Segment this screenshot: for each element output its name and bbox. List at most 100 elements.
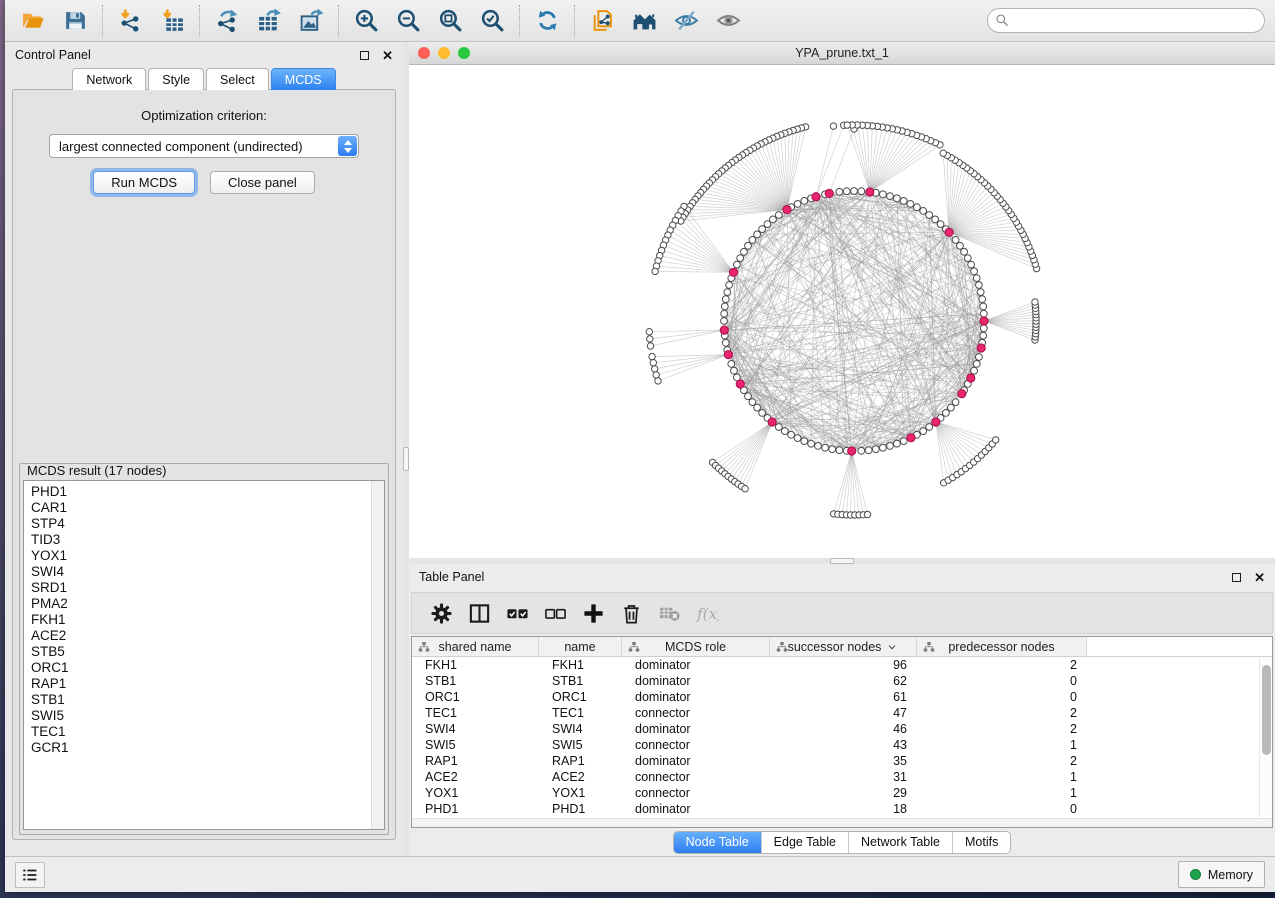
table-scrollbar-thumb[interactable]	[1262, 665, 1271, 755]
table-row[interactable]: SWI5SWI5connector431	[412, 737, 1272, 753]
table-row[interactable]: PHD1PHD1dominator180	[412, 801, 1272, 817]
ring-node[interactable]	[971, 268, 978, 275]
run-mcds-button[interactable]: Run MCDS	[93, 171, 195, 194]
ring-node[interactable]	[741, 248, 748, 255]
ring-node[interactable]	[759, 226, 766, 233]
ring-node[interactable]	[907, 201, 914, 208]
mcds-result-item[interactable]: PHD1	[31, 484, 384, 500]
mcds-hub-node[interactable]	[768, 418, 776, 426]
ring-node[interactable]	[900, 198, 907, 205]
leaf-node[interactable]	[655, 378, 661, 384]
ring-node[interactable]	[932, 216, 939, 223]
ring-node[interactable]	[872, 446, 879, 453]
ring-node[interactable]	[894, 440, 901, 447]
horizontal-splitter-grip[interactable]	[830, 558, 854, 564]
eye-slash-button[interactable]	[668, 5, 704, 37]
ring-node[interactable]	[880, 444, 887, 451]
ring-node[interactable]	[973, 361, 980, 368]
mcds-hub-node[interactable]	[958, 390, 966, 398]
task-history-button[interactable]	[15, 862, 45, 888]
leaf-node[interactable]	[649, 353, 655, 359]
ring-node[interactable]	[728, 361, 735, 368]
export-table-button[interactable]	[251, 5, 287, 37]
mcds-result-item[interactable]: STB1	[31, 692, 384, 708]
table-row[interactable]: TEC1TEC1connector472	[412, 705, 1272, 721]
ring-node[interactable]	[801, 438, 808, 445]
tab-motifs[interactable]: Motifs	[953, 832, 1010, 853]
window-close-traffic-light[interactable]	[418, 47, 430, 59]
mcds-result-item[interactable]: SWI5	[31, 708, 384, 724]
open-folder-button[interactable]	[15, 5, 51, 37]
leaf-node[interactable]	[864, 511, 870, 517]
table-row[interactable]: FKH1FKH1dominator962	[412, 657, 1272, 673]
copy-share-button[interactable]	[584, 5, 620, 37]
zoom-in-button[interactable]	[348, 5, 384, 37]
eye-button[interactable]	[710, 5, 746, 37]
ring-node[interactable]	[749, 237, 756, 244]
table-row[interactable]: YOX1YOX1connector291	[412, 785, 1272, 801]
table-row[interactable]: ORC1ORC1dominator610	[412, 689, 1272, 705]
close-panel-button[interactable]: Close panel	[210, 171, 315, 194]
ring-node[interactable]	[815, 443, 822, 450]
ring-node[interactable]	[971, 367, 978, 374]
mcds-hub-node[interactable]	[783, 206, 791, 214]
ring-node[interactable]	[957, 242, 964, 249]
mcds-hub-node[interactable]	[945, 228, 953, 236]
table-vertical-scrollbar[interactable]	[1259, 658, 1271, 817]
ring-node[interactable]	[851, 188, 858, 195]
control-panel-close-button[interactable]: ✕	[382, 49, 393, 62]
ring-node[interactable]	[836, 447, 843, 454]
tab-network-table[interactable]: Network Table	[849, 832, 953, 853]
split-view-button[interactable]	[462, 596, 496, 630]
column-header-name[interactable]: name	[539, 637, 622, 656]
mcds-list-scrollbar[interactable]	[371, 481, 384, 829]
ring-node[interactable]	[926, 424, 933, 431]
column-header-predecessor-nodes[interactable]: predecessor nodes	[917, 637, 1087, 656]
ring-node[interactable]	[731, 367, 738, 374]
ring-node[interactable]	[952, 237, 959, 244]
ring-node[interactable]	[726, 282, 733, 289]
ring-node[interactable]	[865, 447, 872, 454]
trash-button[interactable]	[614, 596, 648, 630]
leaf-node[interactable]	[646, 329, 652, 335]
ring-node[interactable]	[980, 310, 987, 317]
ring-node[interactable]	[794, 435, 801, 442]
ring-node[interactable]	[801, 198, 808, 205]
mcds-result-item[interactable]: YOX1	[31, 548, 384, 564]
ring-node[interactable]	[829, 446, 836, 453]
zoom-fit-button[interactable]	[432, 5, 468, 37]
mcds-hub-node[interactable]	[932, 418, 940, 426]
tab-node-table[interactable]: Node Table	[674, 832, 762, 853]
ring-node[interactable]	[808, 440, 815, 447]
ring-node[interactable]	[976, 282, 983, 289]
horizontal-splitter[interactable]	[409, 558, 1275, 564]
ring-node[interactable]	[887, 443, 894, 450]
deselect-all-button[interactable]	[538, 596, 572, 630]
mcds-hub-node[interactable]	[825, 189, 833, 197]
mcds-result-item[interactable]: STB5	[31, 644, 384, 660]
ring-node[interactable]	[964, 255, 971, 262]
refresh-button[interactable]	[529, 5, 565, 37]
export-network-button[interactable]	[209, 5, 245, 37]
ring-node[interactable]	[968, 261, 975, 268]
control-panel-float-button[interactable]	[358, 49, 370, 61]
houses-button[interactable]	[626, 5, 662, 37]
ring-node[interactable]	[880, 191, 887, 198]
mcds-result-item[interactable]: CAR1	[31, 500, 384, 516]
mcds-result-item[interactable]: PMA2	[31, 596, 384, 612]
ring-node[interactable]	[775, 212, 782, 219]
tab-edge-table[interactable]: Edge Table	[762, 832, 849, 853]
ring-node[interactable]	[721, 303, 728, 310]
ring-node[interactable]	[722, 339, 729, 346]
ring-node[interactable]	[745, 242, 752, 249]
memory-button[interactable]: Memory	[1178, 861, 1265, 888]
ring-node[interactable]	[754, 404, 761, 411]
leaf-node[interactable]	[844, 122, 850, 128]
mcds-hub-node[interactable]	[907, 434, 915, 442]
network-canvas[interactable]	[409, 65, 1275, 558]
leaf-node[interactable]	[830, 123, 836, 129]
ring-node[interactable]	[794, 201, 801, 208]
leaf-node[interactable]	[940, 150, 946, 156]
table-panel-close-button[interactable]: ✕	[1254, 571, 1265, 584]
mcds-hub-node[interactable]	[866, 188, 874, 196]
